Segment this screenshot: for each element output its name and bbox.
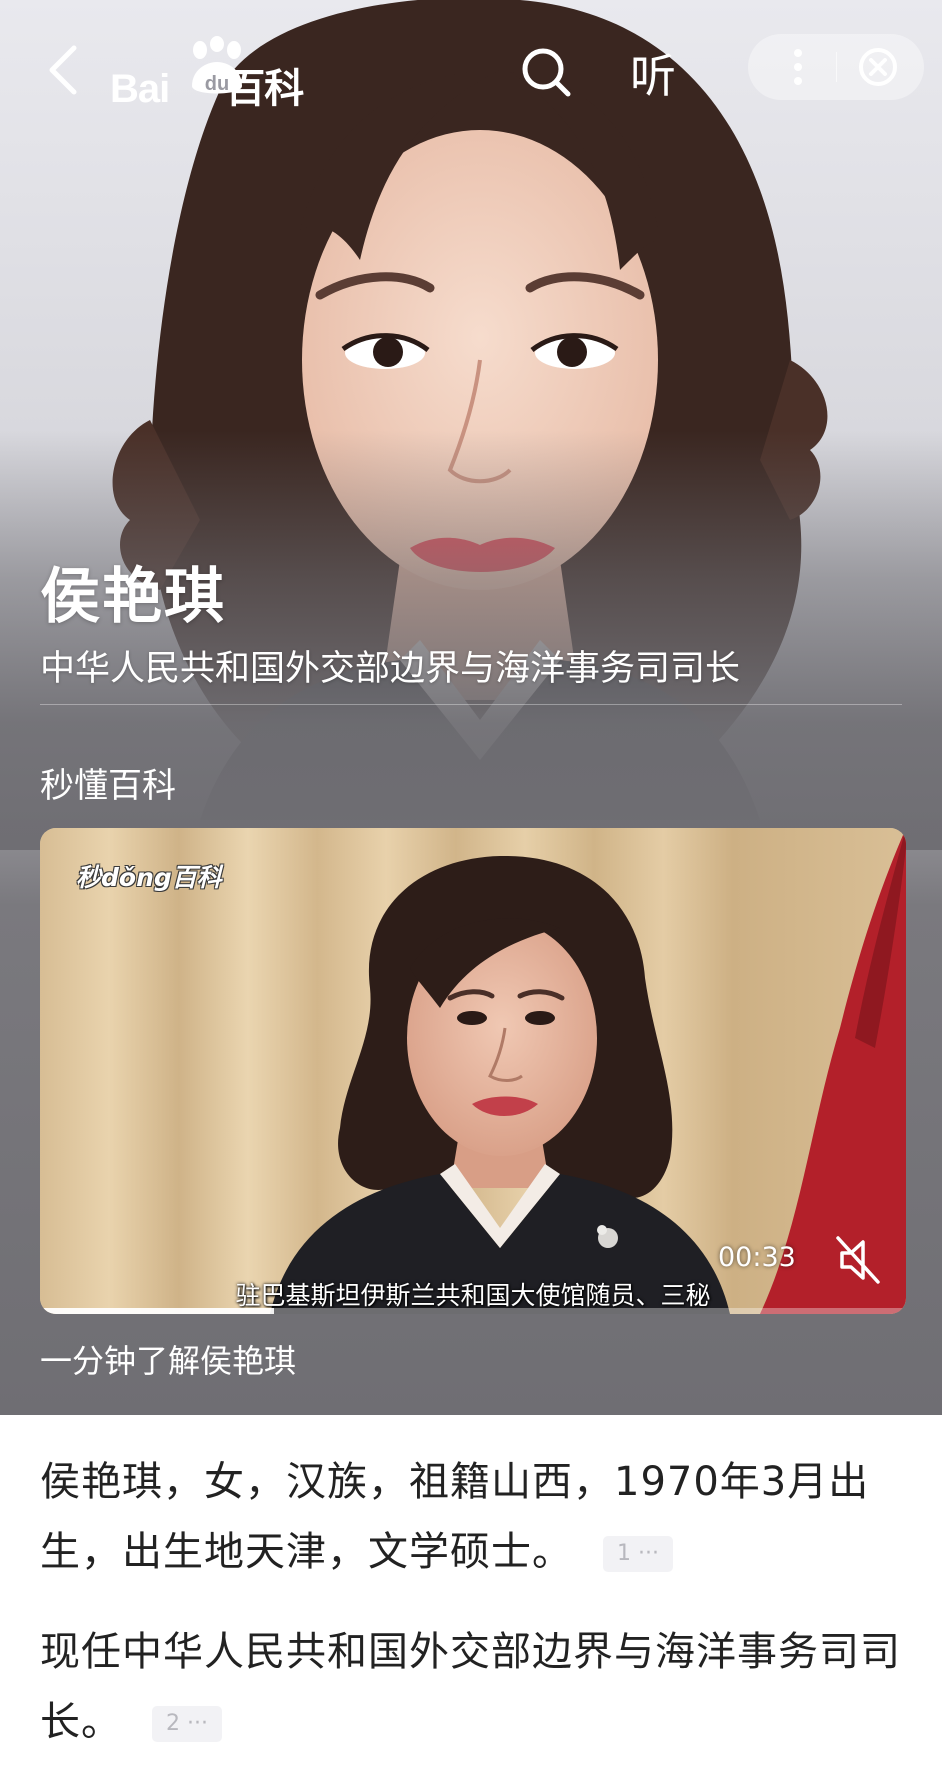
video-subtitle-caption: 驻巴基斯坦伊斯兰共和国大使馆随员、三秘: [235, 1281, 711, 1310]
capsule-divider: [836, 52, 837, 82]
video-watermark: 秒dǒng百科: [76, 863, 222, 892]
video-progress-fill: [40, 1308, 274, 1314]
top-navigation-bar: Bai 百科 du 听: [0, 20, 942, 120]
listen-button[interactable]: 听: [630, 40, 676, 106]
summary-paragraph-2: 现任中华人民共和国外交部边界与海洋事务司司长。 2 ···: [40, 1617, 910, 1757]
reference-tag-1[interactable]: 1 ···: [603, 1536, 673, 1572]
hero-header: Bai 百科 du 听 侯艳琪 中华人民共和国外交部边界与海洋事务司司长 秒懂百…: [0, 0, 942, 1415]
svg-text:du: du: [205, 73, 229, 95]
reference-tag-2[interactable]: 2 ···: [152, 1706, 222, 1742]
video-player[interactable]: 秒dǒng百科 驻巴基斯坦伊斯兰共和国大使馆随员、三秘 00:33: [40, 828, 906, 1314]
baike-article-page: Bai 百科 du 听 侯艳琪 中华人民共和国外交部边界与海洋事务司司长 秒懂百…: [0, 0, 942, 1775]
summary-paragraph-1: 侯艳琪，女，汉族，祖籍山西，1970年3月出生，出生地天津，文学硕士。 1 ···: [40, 1447, 910, 1587]
hero-divider: [40, 704, 902, 705]
back-arrow-icon[interactable]: [40, 42, 90, 98]
close-circle-icon[interactable]: [852, 42, 904, 92]
mute-icon[interactable]: [830, 1232, 886, 1288]
search-icon[interactable]: [518, 44, 574, 100]
video-progress-bar[interactable]: [40, 1308, 906, 1314]
video-timestamp: 00:33: [718, 1242, 796, 1273]
baidu-paw-icon: du: [192, 36, 242, 95]
baidu-baike-logo[interactable]: Bai 百科 du: [110, 34, 320, 111]
miaodong-section-label: 秒懂百科: [40, 766, 176, 806]
mini-program-capsule: [748, 34, 924, 100]
more-options-icon[interactable]: [768, 42, 828, 92]
entry-title: 侯艳琪: [40, 562, 226, 632]
paragraph-text: 侯艳琪，女，汉族，祖籍山西，1970年3月出生，出生地天津，文学硕士。: [40, 1459, 870, 1575]
video-title[interactable]: 一分钟了解侯艳琪: [40, 1336, 296, 1382]
article-content: 侯艳琪，女，汉族，祖籍山西，1970年3月出生，出生地天津，文学硕士。 1 ···…: [0, 1415, 942, 1775]
entry-subtitle: 中华人民共和国外交部边界与海洋事务司司长: [40, 649, 741, 689]
